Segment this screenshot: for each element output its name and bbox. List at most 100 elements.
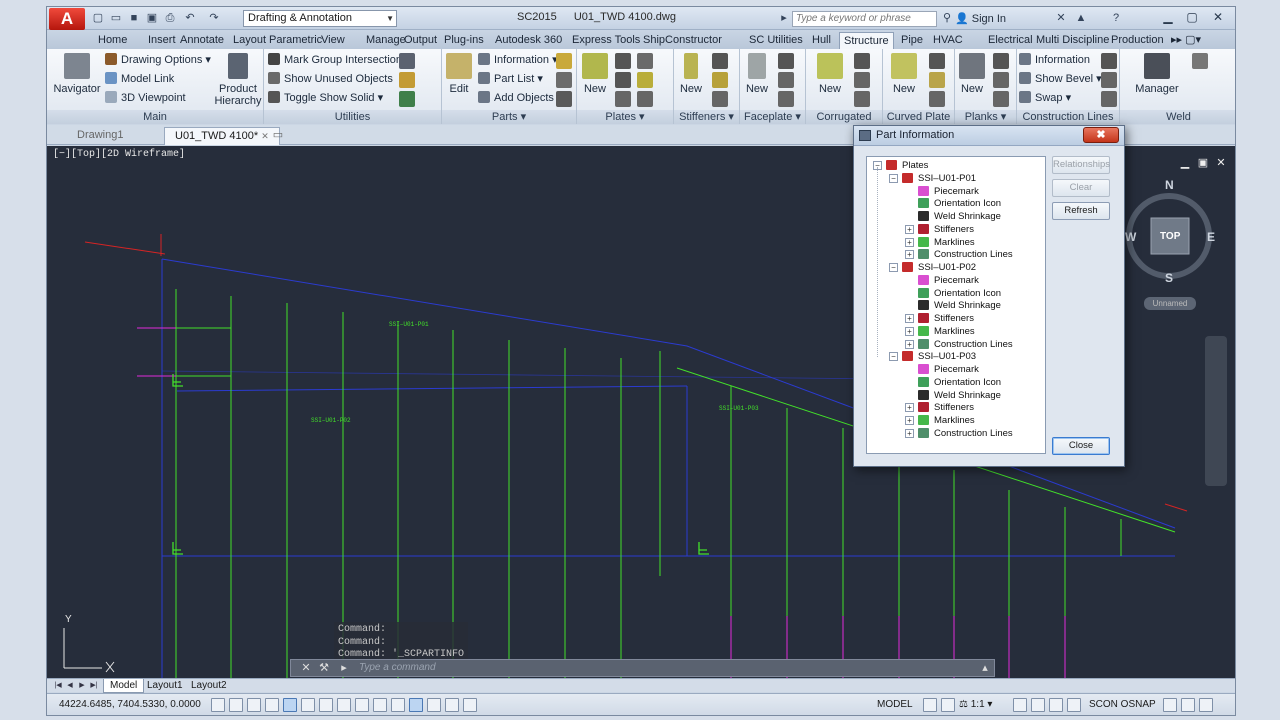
viewpoint-button[interactable]: 3D Viewpoint — [105, 90, 186, 106]
curved-tool-icon[interactable] — [929, 72, 945, 88]
compass-south[interactable]: S — [1165, 271, 1173, 285]
wrench-icon[interactable]: ⚒ — [317, 661, 331, 675]
tree-node-construction-lines[interactable]: + Construction Lines — [905, 427, 1045, 440]
help-icon[interactable]: ? — [1109, 11, 1123, 25]
mark-group-button[interactable]: Mark Group Intersections — [268, 52, 408, 68]
information-button[interactable]: Information ▾ — [478, 52, 558, 68]
collapse-icon[interactable]: − — [889, 263, 898, 272]
prompt-icon[interactable]: ▸ — [337, 661, 351, 675]
utility-tool-icon[interactable] — [399, 72, 415, 88]
edit-button[interactable]: Edit — [442, 53, 476, 95]
new-icon[interactable]: ▢ — [91, 11, 105, 25]
ucs-menu[interactable]: Unnamed — [1144, 297, 1196, 310]
doc-tab-active[interactable]: U01_TWD 4100* ✕ — [164, 127, 280, 145]
coordinates-readout[interactable]: 44224.6485, 7404.5330, 0.0000 — [59, 699, 201, 710]
navigator-button[interactable]: Navigator — [53, 53, 101, 95]
product-hierarchy-button[interactable]: Product Hierarchy — [213, 53, 263, 107]
doc-tab-drawing1[interactable]: Drawing1 — [67, 127, 133, 145]
tree-node-weld-shrinkage[interactable]: Weld Shrinkage — [905, 299, 1045, 312]
tab-electrical[interactable]: Electrical — [984, 32, 1037, 49]
snap-icon[interactable] — [229, 698, 243, 712]
corrugated-tool-icon[interactable] — [854, 91, 870, 107]
expand-icon[interactable]: + — [905, 250, 914, 260]
toggle-solid-button[interactable]: Toggle Show Solid ▾ — [268, 90, 383, 106]
next-layout-icon[interactable]: ▶ — [77, 680, 87, 691]
dialog-title-bar[interactable]: Part Information ✖ — [854, 126, 1124, 146]
compass-west[interactable]: W — [1125, 230, 1136, 244]
tab-view[interactable]: View — [317, 32, 349, 49]
lock-icon[interactable] — [1049, 698, 1063, 712]
expand-icon[interactable]: + — [905, 416, 914, 425]
clear-button[interactable]: Clear — [1052, 179, 1110, 197]
stiffener-tool-icon[interactable] — [712, 72, 728, 88]
qp-icon[interactable] — [427, 698, 441, 712]
tab-hull[interactable]: Hull — [808, 32, 835, 49]
tree-node-stiffeners[interactable]: + Stiffeners — [905, 401, 1045, 414]
part-list-button[interactable]: Part List ▾ — [478, 71, 543, 87]
tree-node-stiffeners[interactable]: + Stiffeners — [905, 223, 1045, 236]
tree-node-plate[interactable]: − SSI–U01-P03 — [889, 350, 1045, 363]
tree-node-weld-shrinkage[interactable]: Weld Shrinkage — [905, 389, 1045, 402]
layout-tab-layout2[interactable]: Layout2 — [185, 679, 233, 693]
tree-node-plate[interactable]: − SSI–U01-P01 — [889, 172, 1045, 185]
exchange-icon[interactable]: ✕ — [1054, 11, 1068, 25]
maximize-button[interactable]: ▢ — [1181, 9, 1203, 25]
tree-node-marklines[interactable]: + Marklines — [905, 414, 1045, 427]
plate-tool-icon[interactable] — [615, 91, 631, 107]
save-icon[interactable]: ■ — [127, 11, 141, 25]
tree-node-piecemark[interactable]: Piecemark — [905, 274, 1045, 287]
faceplate-tool-icon[interactable] — [778, 72, 794, 88]
scon-osnap-toggle[interactable]: SCON OSNAP — [1089, 699, 1156, 710]
layout-tab-layout1[interactable]: Layout1 — [141, 679, 189, 693]
first-layout-icon[interactable]: |◀ — [53, 680, 63, 691]
tab-sc-utilities[interactable]: SC Utilities — [745, 32, 807, 49]
navigation-bar[interactable] — [1205, 336, 1227, 486]
cmdline-chevron-icon[interactable]: ▴ — [978, 661, 992, 675]
otrack-icon[interactable] — [337, 698, 351, 712]
a360-icon[interactable]: ▲ — [1074, 11, 1088, 25]
polar-icon[interactable] — [283, 698, 297, 712]
tab-autodesk-360[interactable]: Autodesk 360 — [491, 32, 566, 49]
tree-node-marklines[interactable]: + Marklines — [905, 325, 1045, 338]
ducs-icon[interactable] — [355, 698, 369, 712]
dyn-icon[interactable] — [373, 698, 387, 712]
hardware-accel-icon[interactable] — [1067, 698, 1081, 712]
tree-node-piecemark[interactable]: Piecemark — [905, 185, 1045, 198]
ortho-icon[interactable] — [265, 698, 279, 712]
last-layout-icon[interactable]: ▶| — [89, 680, 99, 691]
tree-node-orientation-icon[interactable]: Orientation Icon — [905, 197, 1045, 210]
curved-tool-icon[interactable] — [929, 91, 945, 107]
plate-tool-icon[interactable] — [637, 53, 653, 69]
annotation-visibility-icon[interactable] — [1013, 698, 1027, 712]
layout-tab-model[interactable]: Model — [103, 679, 145, 693]
command-line[interactable]: ✕ ⚒ ▸ Type a command ▴ — [290, 659, 995, 677]
corrugated-tool-icon[interactable] — [854, 72, 870, 88]
print-icon[interactable]: ⎙ — [163, 11, 177, 25]
drawing-options-button[interactable]: Drawing Options ▾ — [105, 52, 211, 68]
weld-tool-icon[interactable] — [1192, 53, 1208, 69]
redo-icon[interactable]: ↷ — [207, 11, 221, 25]
new-plank-button[interactable]: New — [957, 53, 987, 95]
show-unused-button[interactable]: Show Unused Objects — [268, 71, 393, 87]
expand-icon[interactable]: + — [905, 224, 914, 234]
tree-node-weld-shrinkage[interactable]: Weld Shrinkage — [905, 210, 1045, 223]
stiffener-tool-icon[interactable] — [712, 91, 728, 107]
part-tool-icon[interactable] — [556, 91, 572, 107]
cl-tool-icon[interactable] — [1101, 53, 1117, 69]
viewport-label[interactable]: [−][Top][2D Wireframe] — [53, 149, 185, 160]
close-cmdline-icon[interactable]: ✕ — [299, 661, 313, 675]
cl-information-button[interactable]: Information — [1019, 52, 1090, 68]
tab-layout[interactable]: Layout — [229, 32, 270, 49]
expand-icon[interactable]: + — [905, 403, 914, 413]
stiffener-tool-icon[interactable] — [712, 53, 728, 69]
show-bevel-button[interactable]: Show Bevel ▾ — [1019, 71, 1102, 87]
part-tool-icon[interactable] — [556, 72, 572, 88]
plank-tool-icon[interactable] — [993, 53, 1009, 69]
open-icon[interactable]: ▭ — [109, 11, 123, 25]
tree-node-marklines[interactable]: + Marklines — [905, 236, 1045, 249]
3dosnap-icon[interactable] — [319, 698, 333, 712]
collapse-icon[interactable]: − — [889, 352, 898, 362]
tab-production[interactable]: Production — [1107, 32, 1168, 49]
viewport-minimize-icon[interactable]: ▁ — [1179, 157, 1191, 169]
tab-output[interactable]: Output — [400, 32, 441, 49]
